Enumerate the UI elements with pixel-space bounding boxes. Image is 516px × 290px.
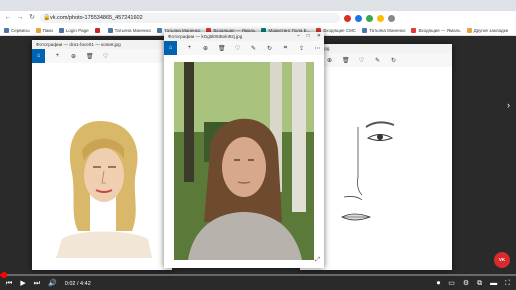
back-icon[interactable]: ← [4,14,12,22]
fullscreen-icon[interactable]: ⛶ [505,277,510,290]
settings-icon[interactable]: ⚙ [463,277,469,290]
bookmark-icon [107,27,113,33]
favorite-icon[interactable]: ♡ [102,53,109,60]
bookmark-item[interactable]: Входящие — Ямаль [411,27,461,33]
viewer-toolbar: ⌂ + ⊕ 🗑 ♡ ✎ ↻ ⌗ ⇪ ⋯ [164,41,324,55]
add-icon[interactable]: + [186,45,193,51]
photo-window-left[interactable]: Фотографии — dra1-face01 — копия.jpg ⌂ +… [32,40,172,270]
extension-icon[interactable] [377,14,384,22]
crop-icon[interactable]: ⌗ [282,45,289,52]
player-controls: ⏮ ▶ ⏭ 🔊 0:02 / 4:42 ⏺ ▭ ⚙ ⧉ ▬ ⛶ [0,277,516,290]
reload-icon[interactable]: ↻ [28,14,36,22]
bookmark-icon [157,27,162,33]
bookmark-icon [362,27,368,33]
window-controls: – □ ✕ [297,32,321,41]
home-icon[interactable]: ⌂ [164,41,177,55]
folder-icon [35,27,41,33]
miniplayer-icon[interactable]: ⧉ [477,277,482,290]
browser-tabstrip [0,0,516,11]
play-icon[interactable]: ▶ [20,277,25,290]
bookmark-item[interactable]: Паки [35,27,53,33]
photo-window-main[interactable]: Фотографии — kGg5l05IBxkI92j.jpg – □ ✕ ⌂… [164,32,324,268]
edit-icon[interactable]: ✎ [374,57,381,64]
bookmark-item[interactable]: Татьяна Маненко [107,27,151,33]
viewer-toolbar: ⌂ + ⊕ 🗑 ♡ [32,49,172,63]
home-icon[interactable]: ⌂ [32,49,45,63]
time-display: 0:02 / 4:42 [64,280,91,287]
progress-bar[interactable] [0,274,516,276]
zoom-icon[interactable]: ⊕ [326,57,333,64]
volume-icon[interactable]: 🔊 [48,277,57,290]
vk-logo[interactable]: VK [494,252,510,268]
portrait-photo [174,62,314,260]
close-icon[interactable]: ✕ [317,32,321,41]
maximize-icon[interactable]: □ [307,32,310,41]
zoom-icon[interactable]: ⊕ [202,45,209,52]
share-icon[interactable]: ⇪ [298,45,305,52]
subtitles-icon[interactable]: ▭ [448,277,455,290]
bookmark-item[interactable]: Login Page [58,27,89,33]
favorite-icon[interactable]: ♡ [358,57,365,64]
bookmark-icon [58,27,64,33]
delete-icon[interactable]: 🗑 [342,57,350,64]
drawn-face-image [56,121,152,258]
browser-toolbar: ← → ↻ 🔒 vk.com/photo-175534865_457241602 [0,11,516,25]
extension-icon[interactable] [355,14,362,22]
add-icon[interactable]: + [54,53,61,59]
rotate-icon[interactable]: ↻ [266,45,273,52]
forward-icon[interactable]: → [16,14,24,22]
profile-avatar[interactable] [388,14,395,22]
rotate-icon[interactable]: ↻ [390,57,397,64]
delete-icon[interactable]: 🗑 [86,53,94,60]
extension-icon[interactable] [366,14,373,22]
zoom-icon[interactable]: ⊕ [70,53,77,60]
next-icon[interactable]: ⏭ [34,277,40,290]
more-icon[interactable]: ⋯ [314,45,321,52]
autoplay-toggle[interactable]: ⏺ [437,277,441,290]
bookmark-item[interactable]: Татьяна Маненко [362,27,405,33]
bookmark-icon [4,27,9,33]
favorite-icon[interactable]: ♡ [234,45,241,52]
minimize-icon[interactable]: – [297,32,300,41]
address-bar-url: vk.com/photo-175534865_457241602 [50,15,143,21]
delete-icon[interactable]: 🗑 [218,45,226,52]
lock-icon: 🔒 [43,15,51,21]
prev-icon[interactable]: ⏮ [6,277,12,290]
expand-icon[interactable]: ⤢ [315,257,320,264]
folder-icon [466,27,472,33]
window-titlebar: Фотографии — dra1-face01 — копия.jpg [32,40,172,49]
window-titlebar: Фотографии — kGg5l05IBxkI92j.jpg – □ ✕ [164,32,324,41]
bookmark-item[interactable]: Другие закладки [466,27,508,33]
bookmark-item[interactable]: Сервисы [4,27,30,33]
extension-icon[interactable] [344,14,351,22]
address-bar[interactable]: 🔒 vk.com/photo-175534865_457241602 [40,13,340,23]
next-arrow-icon[interactable]: › [507,100,510,110]
screen: ← → ↻ 🔒 vk.com/photo-175534865_457241602… [0,0,516,290]
bookmark-item[interactable] [94,27,102,33]
bookmark-icon [411,27,417,33]
bookmark-icon [94,27,100,33]
theater-icon[interactable]: ▬ [490,277,497,290]
edit-icon[interactable]: ✎ [250,45,257,52]
